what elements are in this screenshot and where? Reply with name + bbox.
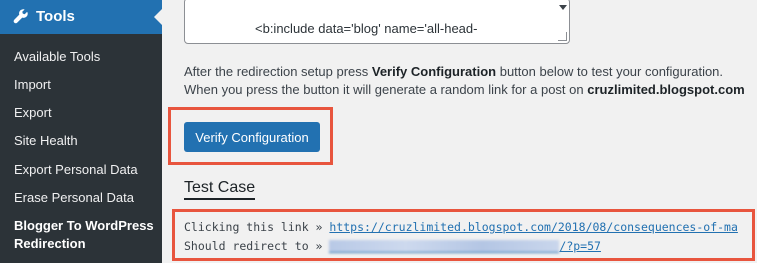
menu-tools[interactable]: Tools [0, 0, 162, 34]
current-menu-arrow [154, 9, 162, 25]
admin-sidebar: Tools Available Tools Import Export Site… [0, 0, 162, 263]
test-case-line-1: Clicking this link » https://cruzlimited… [184, 220, 738, 234]
desc-line1-text: After the redirection setup press [184, 64, 372, 79]
submenu-available-tools[interactable]: Available Tools [14, 49, 100, 65]
instructions-text: After the redirection setup press Verify… [184, 63, 754, 99]
code-excerpt: <b:include data='blog' name='all-head- [255, 21, 478, 36]
test-case-line1-label: Clicking this link » [184, 220, 330, 234]
test-case-line2-label: Should redirect to » [184, 239, 330, 253]
resize-handle-icon[interactable] [558, 32, 567, 41]
test-redirect-link[interactable]: /?p=57 [329, 239, 601, 253]
submenu-blogger-to-wordpress[interactable]: Blogger To WordPress [14, 218, 154, 234]
desc-line2-text: When you press the button it will genera… [184, 82, 588, 97]
main-content: <b:include data='blog' name='all-head- A… [162, 0, 757, 263]
submenu-export-personal-data[interactable]: Export Personal Data [14, 162, 138, 178]
redacted-domain [329, 240, 560, 253]
submenu-export[interactable]: Export [14, 105, 52, 121]
submenu-site-health[interactable]: Site Health [14, 133, 78, 149]
wrench-icon [13, 9, 28, 24]
highlight-box-test-case [172, 209, 755, 261]
test-case-line-2: Should redirect to » /?p=57 [184, 239, 601, 253]
scroll-down-arrow-icon[interactable] [559, 5, 567, 10]
tools-submenu: Available Tools Import Export Site Healt… [0, 34, 162, 263]
desc-line1-bold: Verify Configuration [371, 64, 497, 79]
verify-configuration-button[interactable]: Verify Configuration [184, 122, 320, 152]
test-source-link[interactable]: https://cruzlimited.blogspot.com/2018/08… [329, 220, 738, 234]
submenu-redirection[interactable]: Redirection [14, 236, 86, 252]
test-case-title: Test Case [184, 179, 256, 200]
desc-line2-domain: cruzlimited.blogspot.com [587, 82, 745, 97]
redirect-link-suffix: /?p=57 [559, 239, 601, 253]
desc-line1-post: button below to test your configuration. [496, 64, 724, 79]
code-textarea[interactable]: <b:include data='blog' name='all-head- [184, 0, 570, 44]
submenu-import[interactable]: Import [14, 77, 51, 93]
menu-tools-label: Tools [36, 8, 75, 25]
submenu-erase-personal-data[interactable]: Erase Personal Data [14, 190, 134, 206]
